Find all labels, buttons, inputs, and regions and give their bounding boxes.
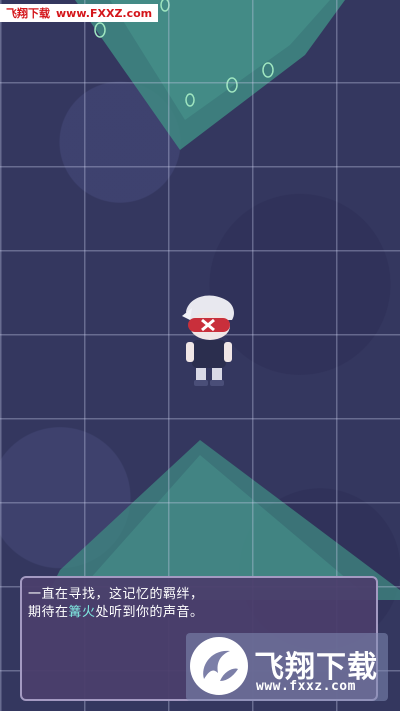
watermark-logo-url: www.fxxz.com <box>256 679 356 694</box>
dialog-line-1: 一直在寻找，这记忆的羁绊， <box>28 587 204 602</box>
dialog-line-2: 期待在篝火处听到你的声音。 <box>28 601 204 620</box>
dialog-text: 处听到你的声音。 <box>95 605 204 620</box>
player-character[interactable] <box>178 292 240 392</box>
game-scene: 飞翔下载 www.FXXZ.com 一直在寻找，这记忆的羁绊， 期待在篝火处听到… <box>0 0 400 711</box>
dialog-text: 期待在 <box>28 605 69 620</box>
watermark-banner-top: 飞翔下载 www.FXXZ.com <box>0 4 159 22</box>
watermark-logo-icon <box>190 637 248 695</box>
watermark-url: www.FXXZ.com <box>56 6 153 20</box>
dialog-highlight-keyword: 篝火 <box>68 605 96 620</box>
watermark-site-name: 飞翔下载 <box>6 7 50 20</box>
